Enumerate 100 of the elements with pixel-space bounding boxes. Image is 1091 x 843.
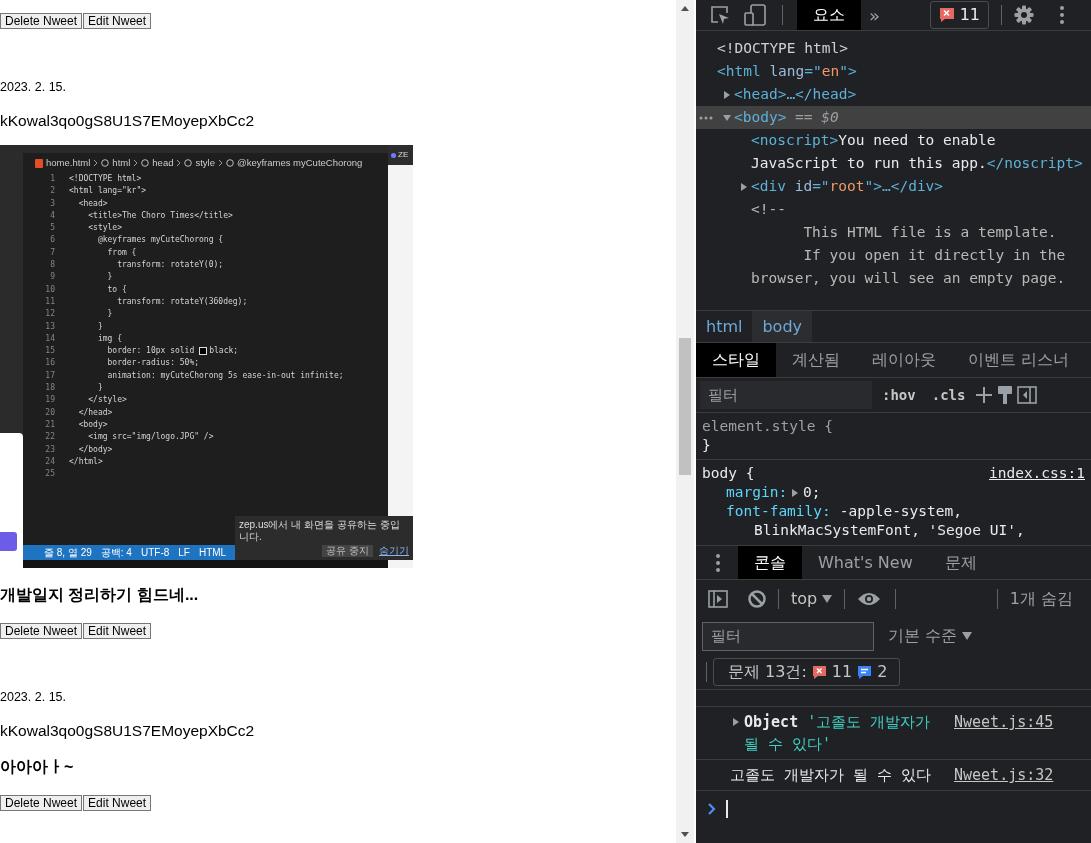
source-link[interactable]: Nweet.js:32	[954, 764, 1054, 786]
panel-tab[interactable]: 스타일	[696, 343, 776, 377]
code-line: }	[96, 382, 103, 395]
status-item[interactable]: UTF-8	[140, 545, 170, 560]
line-number: 8	[49, 259, 56, 272]
scroll-up-icon[interactable]	[681, 6, 689, 11]
expand-arrow-icon[interactable]	[732, 718, 740, 726]
line-number: 21	[44, 418, 56, 431]
line-number: 6	[49, 234, 56, 247]
dom-node[interactable]: <body> == $0	[734, 106, 839, 129]
toggle-button[interactable]: :hov	[876, 384, 922, 406]
element-icon	[226, 159, 234, 167]
level-dropdown[interactable]: 기본 수준	[888, 624, 973, 648]
code-line: img {	[96, 332, 122, 345]
status-item[interactable]: 공백: 4	[100, 545, 132, 560]
line-number: 14	[44, 332, 56, 345]
settings-icon[interactable]	[1014, 5, 1034, 25]
status-item[interactable]: LF	[178, 545, 190, 560]
code-line: black;	[209, 345, 239, 358]
chevron-icon	[133, 159, 139, 167]
closing-brace: }	[702, 436, 712, 455]
breadcrumb-item[interactable]: html	[112, 155, 131, 171]
breadcrumb-item[interactable]: home.html	[46, 155, 91, 171]
code-line: <img src="img/logo.JPG" />	[87, 431, 214, 444]
breadcrumb-item[interactable]: head	[152, 155, 174, 171]
expand-arrow-icon[interactable]	[740, 183, 748, 191]
ellipsis-icon[interactable]	[699, 116, 713, 120]
edit-button[interactable]: Edit Nweet	[83, 13, 152, 29]
device-icon[interactable]	[744, 4, 768, 26]
expand-arrow-icon[interactable]	[723, 91, 731, 99]
stop-sharing-button[interactable]: 공유 중지	[322, 545, 373, 557]
breadcrumb-item[interactable]: style	[195, 155, 215, 171]
panel-tab[interactable]: 레이아웃	[856, 343, 952, 377]
eye-icon[interactable]	[857, 590, 882, 607]
scrollbar-thumb[interactable]	[679, 338, 691, 475]
edit-button[interactable]: Edit Nweet	[83, 795, 152, 811]
dom-node[interactable]: <noscript>You need to enable JavaScript to run this app.</noscript>	[751, 129, 1083, 175]
collapse-arrow-icon[interactable]	[723, 114, 731, 122]
css-selector: element.style {	[702, 417, 833, 436]
sidebar-toggle-icon[interactable]	[1017, 385, 1038, 405]
more-tabs-button[interactable]: »	[869, 1, 880, 29]
panel-tab[interactable]: 계산됨	[776, 343, 856, 377]
line-number: 19	[44, 394, 56, 407]
css-property: font-family:	[726, 502, 831, 521]
new-rule-icon[interactable]	[975, 386, 994, 404]
scroll-down-icon[interactable]	[681, 832, 689, 837]
panel-tab[interactable]: 요소	[797, 0, 861, 30]
hidden-count: 1개 숨김	[1009, 587, 1073, 610]
dom-node[interactable]: <!DOCTYPE html>	[717, 37, 848, 60]
delete-button[interactable]: Delete Nweet	[0, 795, 83, 811]
breadcrumb-item[interactable]: @keyframes myCuteChorong	[237, 155, 363, 171]
more-icon[interactable]	[1060, 6, 1064, 24]
edit-button[interactable]: Edit Nweet	[83, 623, 152, 639]
code-line: from {	[106, 246, 137, 259]
nweet-text: 개발일지 정리하기 힘드네...	[0, 585, 200, 604]
dom-node[interactable]: <!-- This HTML file is a template. If you open it directly in the browser, you will see an empty page.	[751, 198, 1066, 290]
panel-tab[interactable]: 콘솔	[738, 546, 802, 579]
line-number: 17	[44, 369, 56, 382]
status-item[interactable]: HTML	[198, 545, 227, 560]
css-value: BlinkMacSystemFont, 'Segoe UI',	[754, 522, 1025, 538]
error-count-badge[interactable]: 11	[929, 1, 989, 29]
status-item[interactable]: 줄 8, 열 29	[44, 545, 92, 560]
panel-tab[interactable]: 이벤트 리스너	[952, 343, 1086, 377]
delete-button[interactable]: Delete Nweet	[0, 623, 83, 639]
hide-link[interactable]: 숨기기	[379, 545, 409, 557]
sidebar-icon[interactable]	[708, 588, 728, 609]
source-link[interactable]: Nweet.js:45	[954, 711, 1054, 755]
line-number: 13	[44, 320, 56, 333]
dom-node[interactable]: <head>…</head>	[734, 83, 857, 106]
code-line: </style>	[87, 394, 127, 407]
date-text: 2023. 2. 15.	[0, 79, 68, 95]
context-dropdown[interactable]: top	[791, 586, 833, 611]
delete-button[interactable]: Delete Nweet	[0, 13, 83, 29]
dom-node[interactable]: <html lang="en">	[717, 60, 857, 83]
expand-arrow-icon[interactable]	[791, 488, 800, 497]
panel-tab[interactable]: 문제	[928, 546, 993, 579]
css-value: -apple-system,	[839, 502, 962, 521]
html-file-icon	[35, 158, 43, 168]
paint-roller-icon[interactable]	[997, 385, 1014, 405]
prompt-icon	[708, 803, 716, 815]
clear-icon[interactable]	[748, 589, 766, 608]
line-number: 18	[44, 382, 56, 395]
dom-node[interactable]: <div id="root">…</div>	[751, 175, 944, 198]
filter-field[interactable]: 필터	[700, 381, 872, 409]
filter-field[interactable]: 필터	[702, 621, 874, 651]
breadcrumb-item[interactable]: body	[752, 311, 813, 342]
source-link[interactable]: index.css:1	[988, 464, 1085, 483]
css-property: margin:	[726, 483, 788, 502]
creator-id: kKowal3qo0gS8U1S7EMoyepXbCc2	[0, 112, 256, 130]
toggle-button[interactable]: .cls	[925, 384, 972, 406]
inspect-icon[interactable]	[710, 5, 730, 25]
nweet-text: 아아아ㅏ~	[0, 757, 75, 776]
more-icon[interactable]	[716, 553, 720, 572]
line-number: 16	[44, 357, 56, 370]
panel-tab[interactable]: What's New	[802, 546, 929, 579]
issues-button[interactable]: 문제 13건: 11 2	[713, 658, 901, 686]
line-number: 24	[44, 455, 56, 468]
chevron-icon	[176, 159, 182, 167]
notice-text: zep.us에서 내 화면을 공유하는 중입니다.	[239, 519, 401, 543]
breadcrumb-item[interactable]: html	[696, 311, 753, 342]
